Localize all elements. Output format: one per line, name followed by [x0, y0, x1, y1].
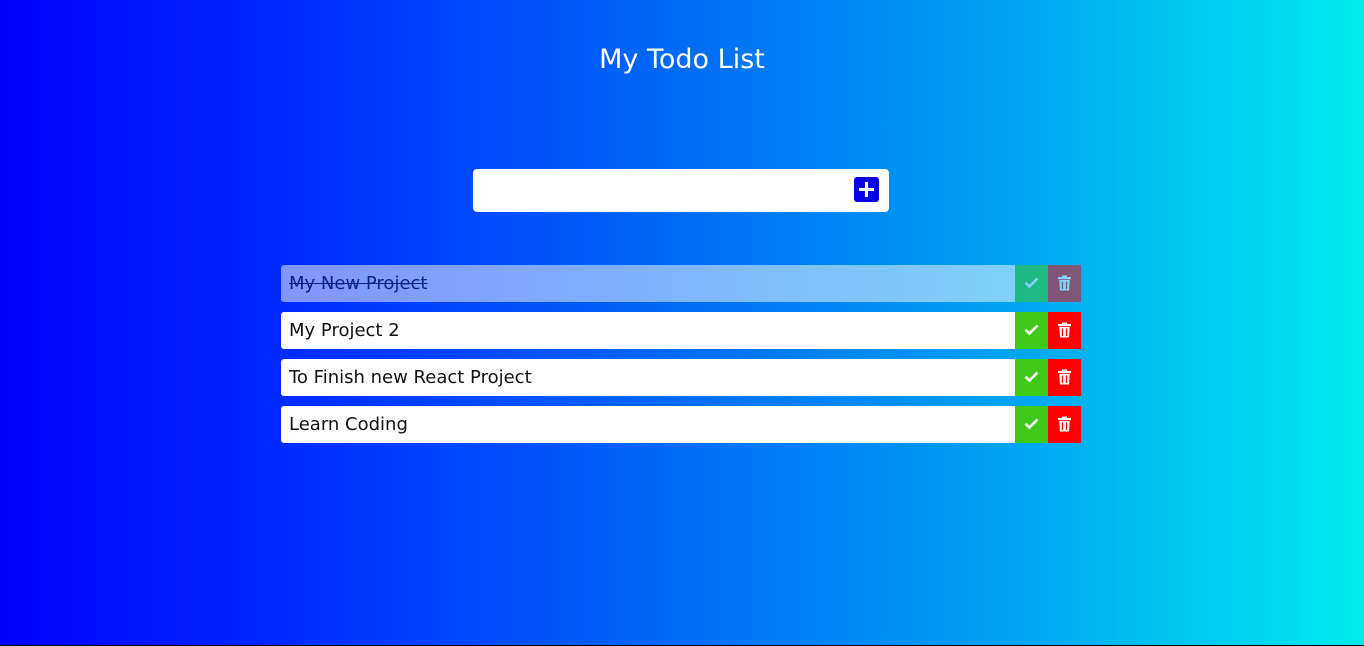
check-icon	[1024, 418, 1039, 430]
check-icon	[1024, 324, 1039, 336]
complete-button[interactable]	[1015, 406, 1048, 443]
delete-button[interactable]	[1048, 359, 1081, 396]
trash-icon	[1058, 369, 1071, 385]
complete-button[interactable]	[1015, 312, 1048, 349]
page-title: My Todo List	[599, 44, 765, 75]
delete-button[interactable]	[1048, 265, 1081, 302]
trash-icon	[1058, 416, 1071, 432]
todo-item: Learn Coding	[281, 406, 1081, 443]
delete-button[interactable]	[1048, 406, 1081, 443]
delete-button[interactable]	[1048, 312, 1081, 349]
todo-text: Learn Coding	[289, 414, 408, 435]
todo-input[interactable]	[483, 175, 847, 207]
complete-button[interactable]	[1015, 265, 1048, 302]
complete-button[interactable]	[1015, 359, 1048, 396]
trash-icon	[1058, 275, 1071, 291]
todo-item: To Finish new React Project	[281, 359, 1081, 396]
check-icon	[1024, 277, 1039, 289]
todo-text: My New Project	[289, 273, 428, 294]
add-todo-button[interactable]	[854, 177, 879, 202]
trash-icon	[1058, 322, 1071, 338]
todo-text: My Project 2	[289, 320, 400, 341]
todo-list: My New Project My Project 2 To Finish ne…	[281, 265, 1081, 453]
plus-square-icon	[859, 182, 874, 197]
todo-text: To Finish new React Project	[289, 367, 532, 388]
todo-item: My New Project	[281, 265, 1081, 302]
add-todo-form	[473, 169, 889, 212]
todo-item: My Project 2	[281, 312, 1081, 349]
check-icon	[1024, 371, 1039, 383]
